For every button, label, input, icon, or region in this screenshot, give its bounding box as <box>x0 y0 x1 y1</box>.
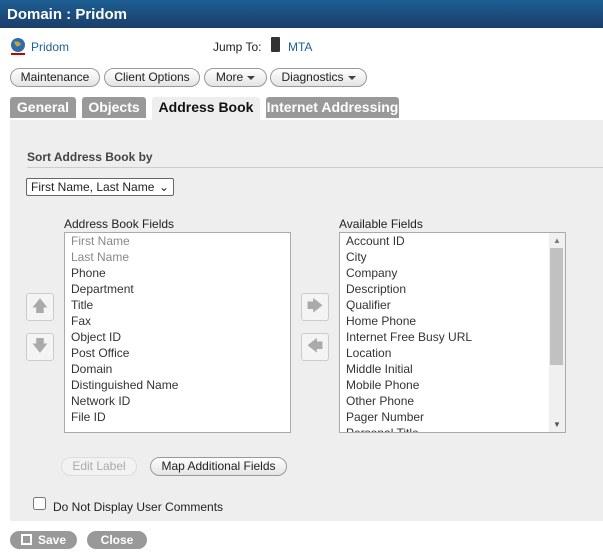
move-left-button[interactable]: 🡄 <box>301 333 329 361</box>
map-additional-fields-button[interactable]: Map Additional Fields <box>150 457 287 476</box>
save-button[interactable]: Save <box>10 531 77 549</box>
list-item[interactable]: Object ID <box>65 329 290 345</box>
save-icon <box>20 534 32 545</box>
list-item[interactable]: Department <box>65 281 290 297</box>
list-item[interactable]: Home Phone <box>340 313 565 329</box>
available-fields-scrollbar[interactable]: ▲ ▼ <box>549 233 565 432</box>
no-comments-checkbox[interactable] <box>33 497 46 510</box>
list-item[interactable]: Internet Free Busy URL <box>340 329 565 345</box>
sort-heading: Sort Address Book by <box>27 150 153 164</box>
tab-address-book[interactable]: Address Book <box>152 97 260 121</box>
arrow-down-icon: 🡇 <box>31 338 49 355</box>
more-menu-button[interactable]: More <box>204 68 267 87</box>
list-item[interactable]: Network ID <box>65 393 290 409</box>
address-book-fields-list[interactable]: First Name Last Name Phone Department Title F… <box>64 232 291 433</box>
list-item[interactable]: File ID <box>65 409 290 425</box>
divider <box>27 167 603 168</box>
chevron-down-icon <box>347 75 356 80</box>
list-item[interactable]: City <box>340 249 565 265</box>
arrow-up-icon: 🡅 <box>31 298 49 315</box>
list-item[interactable]: Domain <box>65 361 290 377</box>
available-fields-label: Available Fields <box>339 217 423 231</box>
list-item[interactable]: Middle Initial <box>340 361 565 377</box>
address-book-fields-label: Address Book Fields <box>64 217 175 231</box>
close-button[interactable]: Close <box>87 531 147 549</box>
list-item[interactable]: Title <box>65 297 290 313</box>
jump-to-label: Jump To: <box>213 40 262 54</box>
edit-label-button[interactable]: Edit Label <box>61 457 137 476</box>
domain-link[interactable]: Pridom <box>31 40 69 54</box>
tab-internet-addressing[interactable]: Internet Addressing <box>266 97 399 118</box>
move-right-button[interactable]: 🡆 <box>301 293 329 321</box>
list-item[interactable]: Distinguished Name <box>65 377 290 393</box>
no-comments-label: Do Not Display User Comments <box>53 500 224 514</box>
list-item[interactable]: Last Name <box>65 249 290 265</box>
save-label: Save <box>37 533 67 547</box>
list-item[interactable]: Other Phone <box>340 393 565 409</box>
list-item[interactable]: Description <box>340 281 565 297</box>
list-item[interactable]: Location <box>340 345 565 361</box>
client-options-button[interactable]: Client Options <box>104 68 200 87</box>
sort-select[interactable]: First Name, Last Name ⌄ <box>26 178 174 196</box>
arrow-left-icon: 🡄 <box>306 338 324 355</box>
arrow-right-icon: 🡆 <box>306 298 324 315</box>
tab-general[interactable]: General <box>10 97 76 118</box>
domain-globe-icon <box>10 38 26 58</box>
tab-objects[interactable]: Objects <box>82 97 146 118</box>
chevron-down-icon: ⌄ <box>158 180 169 194</box>
maintenance-button[interactable]: Maintenance <box>10 68 100 87</box>
list-item[interactable]: Pager Number <box>340 409 565 425</box>
list-item[interactable]: Qualifier <box>340 297 565 313</box>
more-label: More <box>215 70 244 84</box>
sort-value: First Name, Last Name <box>31 180 155 194</box>
list-item[interactable]: Phone <box>65 265 290 281</box>
list-item[interactable]: Account ID <box>340 233 565 249</box>
list-item[interactable]: Company <box>340 265 565 281</box>
list-item[interactable]: First Name <box>65 233 290 249</box>
diagnostics-label: Diagnostics <box>281 70 344 84</box>
list-item[interactable]: Personal Title <box>340 425 565 432</box>
list-item[interactable]: Fax <box>65 313 290 329</box>
list-item[interactable]: Mobile Phone <box>340 377 565 393</box>
page-title: Domain : Pridom <box>0 0 603 28</box>
jump-to-mta-link[interactable]: MTA <box>288 40 312 54</box>
move-down-button[interactable]: 🡇 <box>26 333 54 361</box>
diagnostics-menu-button[interactable]: Diagnostics <box>270 68 367 87</box>
chevron-down-icon <box>247 75 256 80</box>
server-icon <box>271 37 280 52</box>
move-up-button[interactable]: 🡅 <box>26 293 54 321</box>
list-item[interactable]: Post Office <box>65 345 290 361</box>
available-fields-list[interactable]: Account ID City Company Description Qualifie… <box>339 232 566 433</box>
